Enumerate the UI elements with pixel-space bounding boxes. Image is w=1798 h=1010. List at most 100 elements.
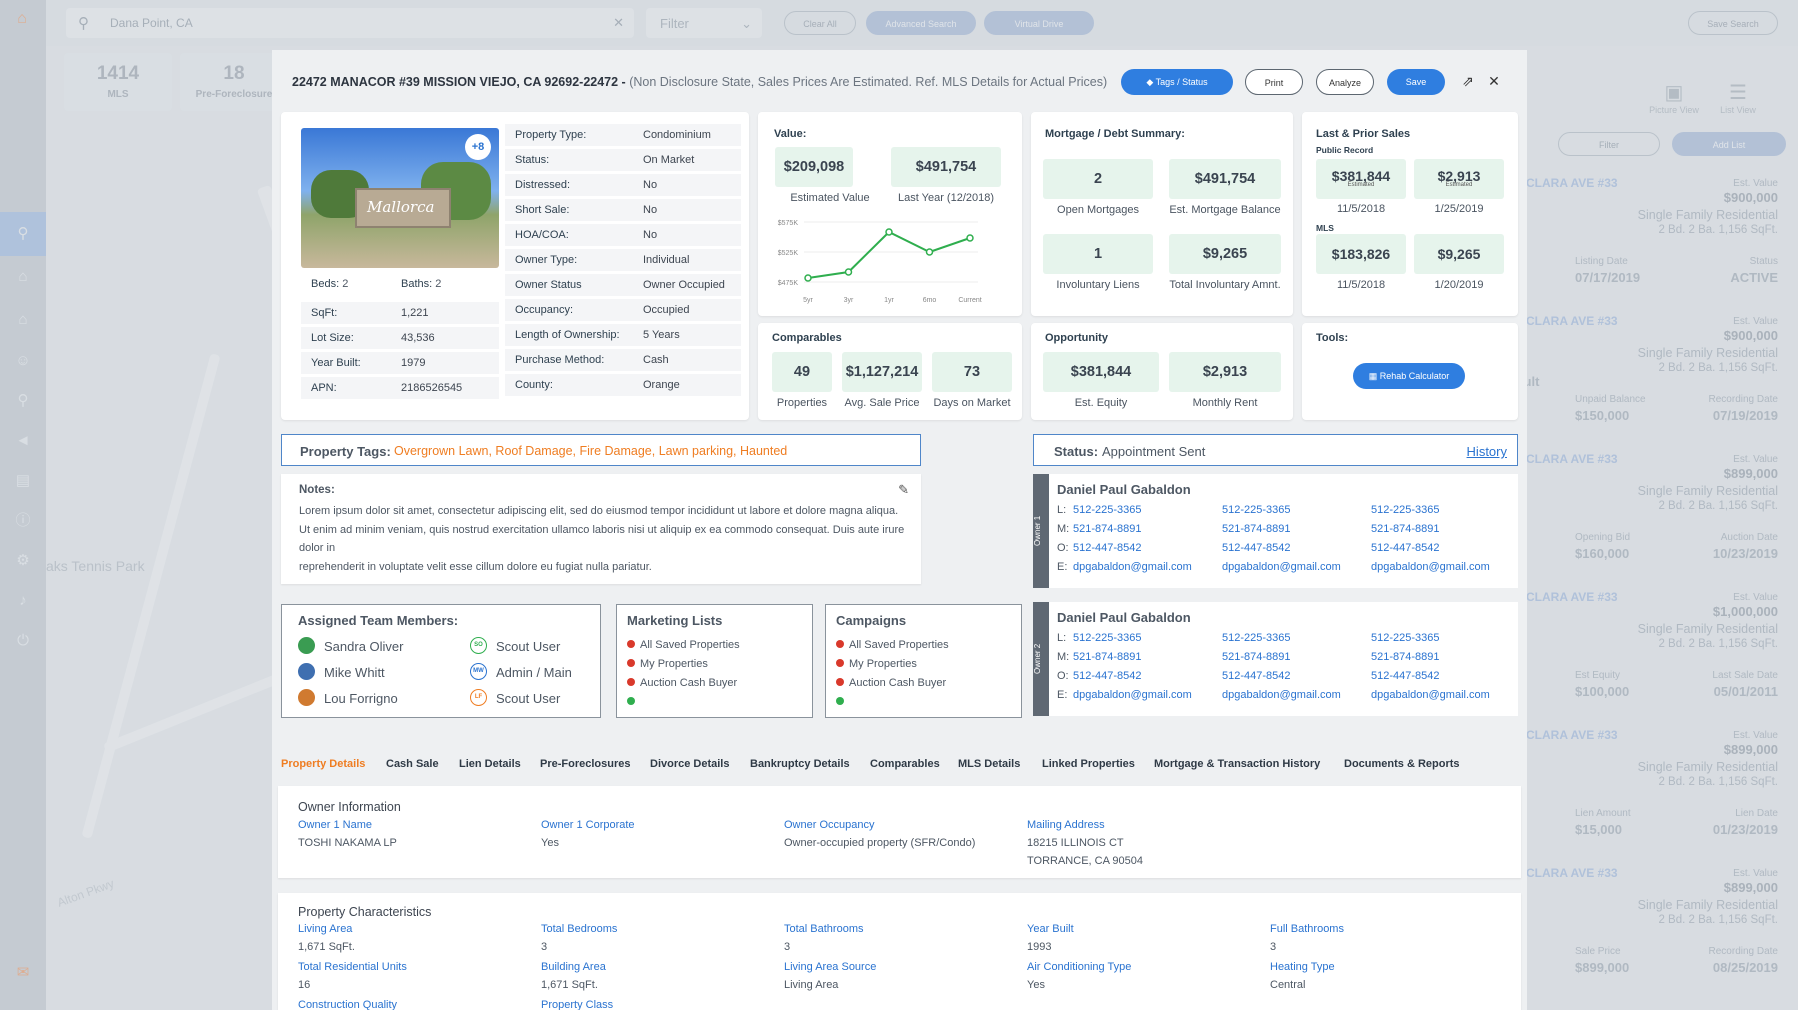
contact-key: L: (1057, 632, 1067, 644)
tab-item[interactable]: Divorce Details (650, 758, 729, 770)
value-point (925, 248, 934, 256)
photo-count-badge[interactable]: +8 (465, 134, 491, 160)
tab-item[interactable]: Cash Sale (386, 758, 439, 770)
contact-value[interactable]: 512-447-8542 (1222, 670, 1291, 682)
contact-value[interactable]: 512-225-3365 (1073, 504, 1142, 516)
contact-value[interactable]: 512-225-3365 (1371, 632, 1440, 644)
list-item[interactable]: All Saved Properties (836, 639, 949, 651)
contact-value[interactable]: 521-874-8891 (1073, 523, 1142, 535)
tab-item[interactable]: MLS Details (958, 758, 1020, 770)
tab-item[interactable]: Comparables (870, 758, 940, 770)
field-label: Year Built (1027, 923, 1074, 935)
external-link-icon[interactable]: ⇗ (1459, 72, 1477, 90)
property-fact-row: Status: On Market (505, 149, 741, 171)
list-item[interactable]: Auction Cash Buyer (836, 677, 946, 689)
property-fact-row: Distressed: No (505, 174, 741, 196)
contact-value[interactable]: 521-874-8891 (1073, 651, 1142, 663)
tab-item[interactable]: Linked Properties (1042, 758, 1135, 770)
property-fact-value: No (643, 204, 658, 216)
tab-item[interactable]: Mortgage & Transaction History (1154, 758, 1320, 770)
history-link[interactable]: History (1467, 444, 1507, 459)
print-button[interactable]: Print (1245, 69, 1303, 95)
list-item[interactable]: Auction Cash Buyer (627, 677, 737, 689)
team-member-name[interactable]: Mike Whitt (324, 665, 385, 680)
property-fact-row: Length of Ownership: 5 Years (505, 324, 741, 346)
property-header: 22472 MANACOR #39 MISSION VIEJO, CA 9269… (292, 75, 1107, 89)
contact-value[interactable]: 512-447-8542 (1073, 542, 1142, 554)
sign-text: Mallorca (367, 198, 435, 216)
analyze-button[interactable]: Analyze (1316, 69, 1374, 95)
property-photo[interactable]: Mallorca +8 (301, 128, 499, 268)
avg-sale-price-tile: $1,127,214 (842, 352, 922, 392)
contact-value[interactable]: 512-447-8542 (1222, 542, 1291, 554)
contact-value[interactable]: 512-225-3365 (1371, 504, 1440, 516)
tags-status-button[interactable]: ◆ Tags / Status (1121, 69, 1233, 95)
owner-side-label: Owner 2 (1033, 643, 1042, 675)
contact-value[interactable]: dpgabaldon@gmail.com (1073, 689, 1192, 701)
add-item[interactable] (627, 696, 640, 708)
contact-value[interactable]: 512-447-8542 (1371, 542, 1440, 554)
contact-value[interactable]: dpgabaldon@gmail.com (1073, 561, 1192, 573)
remove-icon[interactable] (836, 640, 844, 649)
close-icon[interactable]: ✕ (1485, 72, 1503, 90)
add-icon[interactable] (627, 697, 635, 706)
public-sale-2: $2,913 Estimated (1414, 159, 1504, 199)
rehab-calculator-button[interactable]: ▦ Rehab Calculator (1353, 363, 1465, 389)
contact-value[interactable]: 512-225-3365 (1222, 632, 1291, 644)
remove-icon[interactable] (836, 678, 844, 687)
contact-value[interactable]: 521-874-8891 (1371, 523, 1440, 535)
contact-value[interactable]: dpgabaldon@gmail.com (1222, 561, 1341, 573)
team-member-name[interactable]: Sandra Oliver (324, 639, 403, 654)
contact-value[interactable]: 521-874-8891 (1222, 523, 1291, 535)
team-member-name[interactable]: Admin / Main (496, 665, 572, 680)
property-fact-value: Individual (643, 254, 690, 266)
contact-value[interactable]: 512-225-3365 (1222, 504, 1291, 516)
mortgage-title: Mortgage / Debt Summary: (1045, 128, 1185, 140)
edit-icon[interactable]: ✎ (898, 482, 909, 498)
contact-value[interactable]: dpgabaldon@gmail.com (1371, 561, 1490, 573)
status-value: Appointment Sent (1102, 444, 1206, 459)
contact-value[interactable]: 512-225-3365 (1073, 632, 1142, 644)
contact-value[interactable]: 512-447-8542 (1073, 670, 1142, 682)
property-tags-bar[interactable]: Property Tags: Overgrown Lawn, Roof Dama… (281, 434, 921, 466)
remove-icon[interactable] (836, 659, 844, 668)
contact-value[interactable]: 521-874-8891 (1371, 651, 1440, 663)
contact-value[interactable]: 521-874-8891 (1222, 651, 1291, 663)
contact-value[interactable]: dpgabaldon@gmail.com (1371, 689, 1490, 701)
x-tick-label: 3yr (844, 297, 854, 304)
disclosure-note: (Non Disclosure State, Sales Prices Are … (629, 75, 1108, 89)
list-item[interactable]: My Properties (836, 658, 917, 670)
field-label: Owner Occupancy (784, 819, 875, 831)
tab-item[interactable]: Property Details (281, 758, 365, 770)
remove-icon[interactable] (627, 678, 635, 687)
team-members-title: Assigned Team Members: (298, 613, 459, 628)
team-member-name[interactable]: Lou Forrigno (324, 691, 398, 706)
property-fact-label: Owner Status (515, 279, 582, 291)
save-button[interactable]: Save (1387, 69, 1445, 95)
add-item[interactable] (836, 696, 849, 708)
contact-value[interactable]: 512-447-8542 (1371, 670, 1440, 682)
add-icon[interactable] (836, 697, 844, 706)
remove-icon[interactable] (627, 659, 635, 668)
tab-item[interactable]: Documents & Reports (1344, 758, 1460, 770)
field-value: Yes (541, 837, 559, 849)
days-on-market-label: Days on Market (933, 397, 1011, 409)
fact-row: Lot Size: 43,536 (301, 327, 499, 349)
comparables-card: Comparables 49 $1,127,214 73 Properties … (758, 323, 1022, 420)
field-value: 3 (1270, 941, 1277, 953)
field-label: Owner 1 Name (298, 819, 372, 831)
tags-status-label: Tags / Status (1155, 77, 1208, 87)
mortgage-balance-label: Est. Mortgage Balance (1169, 204, 1281, 216)
contact-value[interactable]: dpgabaldon@gmail.com (1222, 689, 1341, 701)
sales-card: Last & Prior Sales Public Record $381,84… (1302, 112, 1518, 316)
tab-item[interactable]: Bankruptcy Details (750, 758, 850, 770)
remove-icon[interactable] (627, 640, 635, 649)
team-member-name[interactable]: Scout User (496, 639, 560, 654)
list-item[interactable]: All Saved Properties (627, 639, 740, 651)
list-item[interactable]: My Properties (627, 658, 708, 670)
tab-item[interactable]: Lien Details (459, 758, 521, 770)
tab-item[interactable]: Pre-Foreclosures (540, 758, 630, 770)
field-label: Full Bathrooms (1270, 923, 1344, 935)
estimated-value-tile: $209,098 (775, 147, 853, 187)
team-member-name[interactable]: Scout User (496, 691, 560, 706)
